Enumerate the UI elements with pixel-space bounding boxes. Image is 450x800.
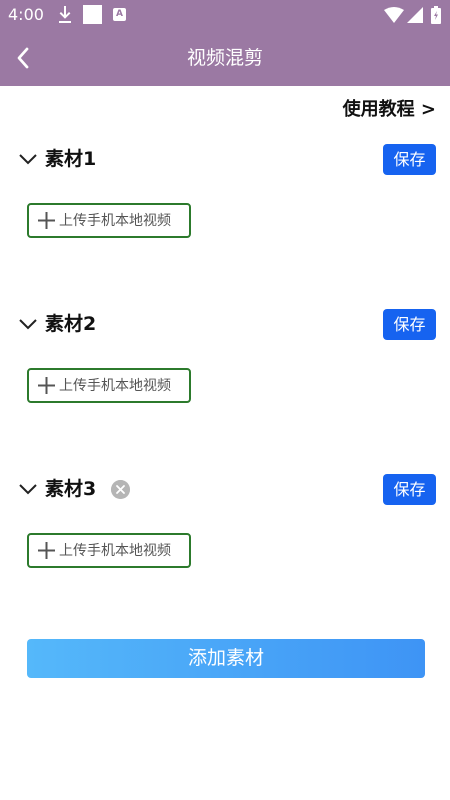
signal-icon [407, 7, 423, 23]
add-material-button[interactable]: 添加素材 [27, 639, 425, 678]
upload-label: 上传手机本地视频 [59, 543, 171, 559]
upload-label: 上传手机本地视频 [59, 213, 171, 229]
remove-section-icon[interactable] [111, 480, 130, 499]
material-section-2: 素材2 保存 上传手机本地视频 [0, 309, 450, 441]
upload-video-button[interactable]: 上传手机本地视频 [27, 368, 191, 403]
save-button[interactable]: 保存 [383, 474, 436, 505]
wifi-icon [384, 7, 404, 23]
section-title: 素材2 [45, 313, 97, 335]
plus-icon [38, 212, 55, 229]
tutorial-link[interactable]: 使用教程 > [343, 98, 436, 122]
upload-label: 上传手机本地视频 [59, 378, 171, 394]
nav-bar: 视频混剪 [0, 30, 450, 86]
status-time: 4:00 [8, 5, 44, 24]
upload-video-button[interactable]: 上传手机本地视频 [27, 533, 191, 568]
notification-square-icon [83, 5, 102, 24]
plus-icon [38, 377, 55, 394]
accessibility-a-icon: A [113, 8, 126, 21]
chevron-down-icon[interactable] [18, 482, 38, 496]
page-title: 视频混剪 [186, 47, 263, 69]
save-button[interactable]: 保存 [383, 309, 436, 340]
status-bar: 4:00 A [0, 0, 450, 30]
material-section-1: 素材1 保存 上传手机本地视频 [0, 144, 450, 276]
material-section-3: 素材3 保存 上传手机本地视频 [0, 474, 450, 606]
section-title: 素材3 [45, 478, 97, 500]
section-title: 素材1 [45, 148, 97, 170]
plus-icon [38, 542, 55, 559]
battery-icon [431, 6, 441, 24]
save-button[interactable]: 保存 [383, 144, 436, 175]
chevron-down-icon[interactable] [18, 317, 38, 331]
chevron-down-icon[interactable] [18, 152, 38, 166]
upload-video-button[interactable]: 上传手机本地视频 [27, 203, 191, 238]
download-icon [59, 6, 71, 23]
